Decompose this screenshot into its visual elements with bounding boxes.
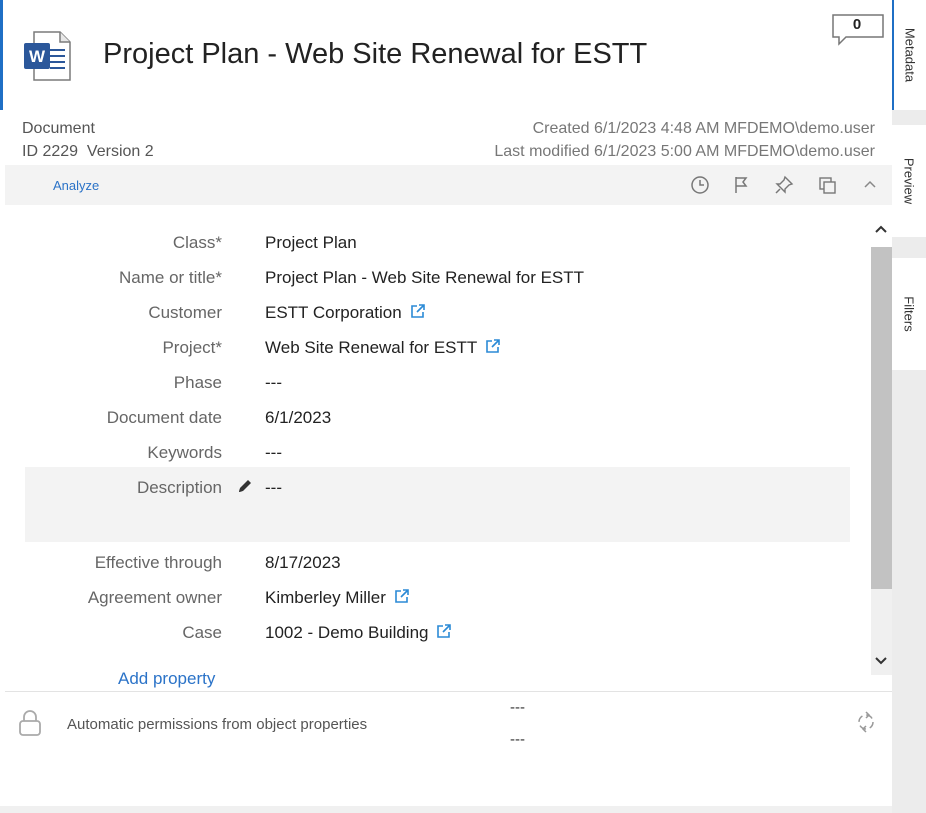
property-label: Keywords: [147, 443, 222, 462]
tab-filters[interactable]: Filters: [892, 258, 926, 370]
property-row-description[interactable]: Description ---: [25, 467, 850, 542]
property-label: Customer: [148, 303, 222, 322]
open-external-icon[interactable]: [410, 303, 426, 319]
property-label: Name or title*: [119, 268, 222, 287]
copy-icon[interactable]: [817, 175, 837, 195]
property-label: Agreement owner: [87, 588, 222, 607]
property-label: Phase: [173, 373, 222, 392]
property-row-case[interactable]: Case 1002 - Demo Building: [25, 615, 850, 650]
property-row-keywords[interactable]: Keywords ---: [25, 435, 850, 470]
property-value: 6/1/2023: [265, 408, 332, 427]
word-document-icon: W: [24, 31, 71, 81]
object-info: Document ID 2229 Version 2: [22, 117, 154, 163]
tab-filters-label: Filters: [901, 296, 917, 332]
property-value: ---: [265, 443, 282, 462]
property-value: 8/17/2023: [265, 553, 341, 572]
property-row-project[interactable]: Project* Web Site Renewal for ESTT: [25, 330, 850, 365]
scroll-down-icon[interactable]: [873, 653, 889, 669]
scrollbar-thumb[interactable]: [871, 247, 892, 589]
property-value: Web Site Renewal for ESTT: [265, 338, 501, 358]
comments-button[interactable]: 0: [830, 13, 886, 47]
property-label: Class*: [172, 233, 222, 252]
collapse-icon[interactable]: [860, 175, 880, 195]
metadata-toolbar: Analyze: [5, 165, 892, 205]
property-label: Description: [136, 478, 222, 497]
property-row-document-date[interactable]: Document date 6/1/2023: [25, 400, 850, 435]
tab-metadata-label: Metadata: [902, 27, 918, 83]
object-type: Document: [22, 120, 95, 137]
property-value: ---: [265, 373, 282, 392]
scroll-up-icon[interactable]: [873, 221, 889, 237]
history-icon[interactable]: [690, 175, 710, 195]
property-row-phase[interactable]: Phase ---: [25, 365, 850, 400]
property-value: Project Plan - Web Site Renewal for ESTT: [265, 268, 585, 287]
add-property-link[interactable]: Add property: [118, 669, 215, 689]
property-row-name-or-title[interactable]: Name or title* Project Plan - Web Site R…: [25, 260, 850, 295]
metadata-panel: W Project Plan - Web Site Renewal for ES…: [0, 0, 892, 806]
property-label: Document date: [106, 408, 222, 427]
property-label: Case: [182, 623, 222, 642]
created-info: Created 6/1/2023 4:48 AM MFDEMO\demo.use…: [532, 120, 875, 137]
active-accent-bar: [0, 0, 3, 110]
property-value: Project Plan: [265, 233, 357, 252]
properties-scrollbar[interactable]: [871, 215, 892, 685]
edit-pencil-icon[interactable]: [235, 476, 255, 496]
lock-icon: [19, 710, 41, 736]
property-row-agreement-owner[interactable]: Agreement owner Kimberley Miller: [25, 580, 850, 615]
property-value: Kimberley Miller: [265, 588, 410, 608]
property-label: Effective through: [94, 553, 222, 572]
side-tab-strip: [892, 0, 926, 813]
property-label: Project*: [162, 338, 222, 357]
analyze-link[interactable]: Analyze: [53, 178, 99, 193]
permissions-value: ---: [510, 731, 525, 748]
property-value: ---: [265, 478, 282, 497]
object-id-version: ID 2229 Version 2: [22, 143, 154, 160]
open-external-icon[interactable]: [394, 588, 410, 604]
open-external-icon[interactable]: [485, 338, 501, 354]
properties-list: Class* Project Plan Name or title* Proje…: [5, 205, 871, 691]
tab-preview[interactable]: Preview: [892, 125, 926, 237]
flag-icon[interactable]: [731, 175, 751, 195]
comment-count: 0: [852, 16, 862, 33]
pin-icon[interactable]: [774, 175, 794, 195]
property-row-effective-through[interactable]: Effective through 8/17/2023: [25, 545, 850, 580]
tab-metadata[interactable]: Metadata: [892, 0, 926, 110]
property-value: ESTT Corporation: [265, 303, 426, 323]
permissions-label: Automatic permissions from object proper…: [67, 716, 368, 733]
document-title: Project Plan - Web Site Renewal for ESTT: [103, 38, 648, 70]
modified-info: Last modified 6/1/2023 5:00 AM MFDEMO\de…: [494, 143, 875, 160]
permissions-divider: [5, 691, 892, 692]
object-dates: Created 6/1/2023 4:48 AM MFDEMO\demo.use…: [494, 117, 875, 163]
property-row-class[interactable]: Class* Project Plan: [25, 225, 850, 260]
svg-text:W: W: [29, 47, 46, 66]
tab-preview-label: Preview: [901, 157, 917, 205]
permissions-value: ---: [510, 699, 525, 716]
open-external-icon[interactable]: [436, 623, 452, 639]
property-row-customer[interactable]: Customer ESTT Corporation: [25, 295, 850, 330]
refresh-permissions-icon[interactable]: [855, 711, 877, 733]
property-value: 1002 - Demo Building: [265, 623, 452, 643]
